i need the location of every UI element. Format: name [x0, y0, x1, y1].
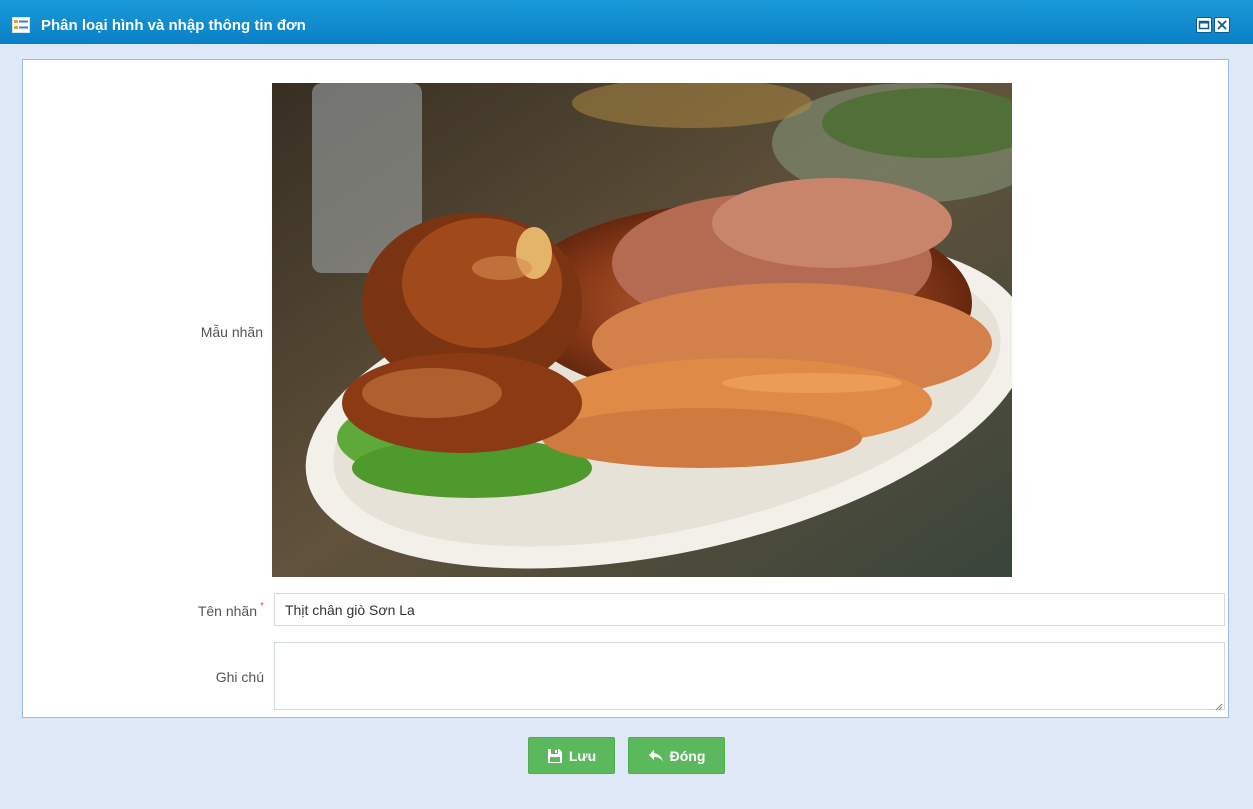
label-name-input[interactable]: [274, 593, 1225, 626]
close-button-label: Đóng: [669, 747, 706, 764]
name-label: Tên nhãn: [197, 603, 257, 619]
dialog-window: Phân loại hình và nhập thông tin đơn Mẫu…: [0, 0, 1253, 809]
close-button[interactable]: Đóng: [628, 737, 725, 774]
sample-food-image: [272, 83, 1012, 577]
dialog-titlebar[interactable]: Phân loại hình và nhập thông tin đơn: [0, 0, 1253, 44]
required-marker: *: [260, 601, 264, 612]
save-button-label: Lưu: [568, 747, 597, 764]
note-textarea[interactable]: [274, 642, 1225, 710]
back-arrow-icon: [648, 749, 664, 763]
note-label: Ghi chú: [215, 669, 264, 685]
close-x-icon[interactable]: [1214, 17, 1230, 33]
resize-grip-icon[interactable]: [1213, 698, 1223, 711]
save-button[interactable]: Lưu: [528, 737, 615, 774]
floppy-disk-icon: [547, 748, 563, 764]
sample-label: Mẫu nhãn: [200, 324, 263, 340]
form-list-icon: [12, 17, 30, 33]
form-panel: Mẫu nhãn Tên nhãn * Thịt chân giò Sơn La…: [22, 59, 1229, 718]
dialog-title: Phân loại hình và nhập thông tin đơn: [41, 17, 306, 34]
restore-window-icon[interactable]: [1196, 17, 1212, 33]
